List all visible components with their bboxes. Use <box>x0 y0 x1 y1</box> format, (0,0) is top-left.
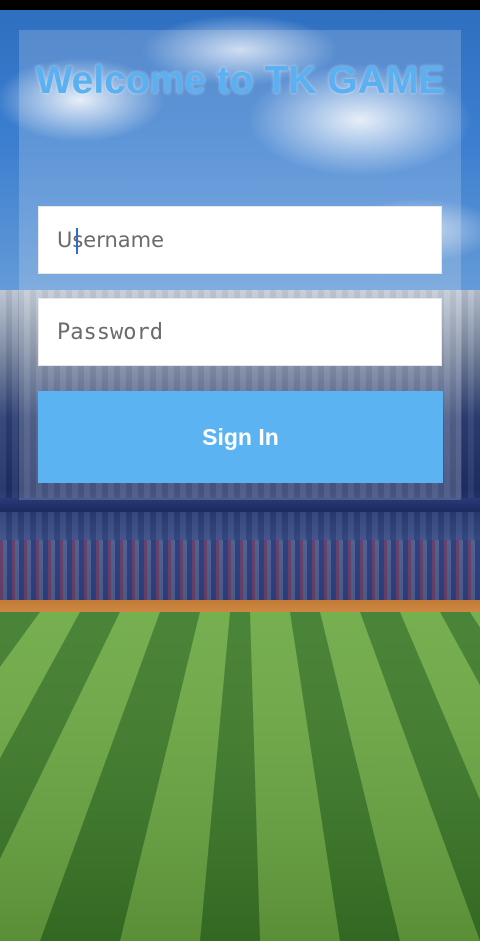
app-screen: Welcome to TK GAME Sign In <box>0 0 480 941</box>
sign-in-button[interactable]: Sign In <box>38 391 443 483</box>
welcome-title: Welcome to TK GAME <box>35 59 445 102</box>
username-field[interactable] <box>38 206 442 274</box>
background-grass <box>0 612 480 941</box>
login-panel: Welcome to TK GAME Sign In <box>19 30 461 500</box>
password-input[interactable] <box>39 299 441 365</box>
background-lower-stands <box>0 540 480 602</box>
background-stands-ring <box>0 498 480 512</box>
text-cursor <box>76 228 78 254</box>
username-input[interactable] <box>39 207 441 273</box>
grass-stripes-image <box>0 612 480 941</box>
status-bar <box>0 0 480 10</box>
password-field[interactable] <box>38 298 442 366</box>
